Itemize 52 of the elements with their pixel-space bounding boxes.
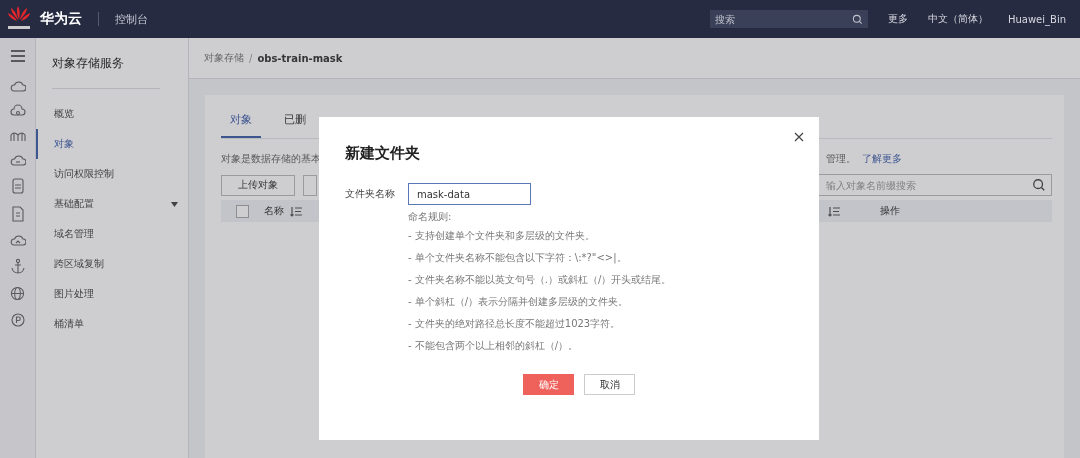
cloud-icon[interactable] [9,154,26,166]
column-header: 操作 [880,204,900,218]
cloud-icon[interactable] [9,104,26,118]
sidebar-item[interactable]: 跨区域复制 [36,249,188,279]
header-link[interactable]: 更多 [887,12,908,26]
search-field[interactable]: 输入对象名前缀搜索 [817,174,1052,196]
database-icon[interactable] [11,178,24,194]
description-text: 管理。 了解更多 [826,152,902,166]
cloud-icon[interactable] [9,80,26,92]
tab[interactable]: 对象 [221,112,261,138]
rule-text: - 文件夹名称不能以英文句号（.）或斜杠（/）开头或结尾。 [408,273,673,287]
sidebar-item[interactable]: 基础配置 [36,189,188,219]
breadcrumb-item[interactable]: 对象存储 [204,51,244,65]
folder-name-field[interactable]: mask-data [408,183,531,205]
sort-icon[interactable] [828,205,840,217]
sidebar-title: 对象存储服务 [51,55,125,72]
field-label: 文件夹名称 [345,187,396,201]
sort-icon[interactable] [290,205,302,217]
cancel-button[interactable]: 取消 [584,374,635,395]
breadcrumb-separator: / [249,52,253,64]
anchor-icon[interactable] [10,258,25,274]
console-link[interactable]: 控制台 [115,11,148,27]
breadcrumb-item: obs-train-mask [257,52,343,64]
dialog-title: 新建文件夹 [345,144,421,163]
rule-text: - 支持创建单个文件夹和多层级的文件夹。 [408,229,596,243]
parking-icon[interactable] [10,313,25,327]
header-link[interactable]: Huawei_Bin [1007,13,1066,25]
rule-text: - 不能包含两个以上相邻的斜杠（/）。 [408,339,580,353]
learn-more-link[interactable]: 了解更多 [862,153,902,164]
cloud-icon[interactable] [9,234,26,246]
sidebar-item[interactable]: 图片处理 [36,279,188,309]
rule-text: - 文件夹的绝对路径总长度不能超过1023字符。 [408,317,622,331]
upload-button[interactable]: 上传对象 [221,174,295,196]
caret-icon [171,201,178,207]
rules-title: 命名规则: [408,210,453,224]
tab[interactable]: 已删 [275,112,315,138]
header-link[interactable]: 中文（简体） [927,12,988,26]
sidebar-item[interactable]: 桶清单 [36,309,188,339]
search-icon[interactable] [1032,178,1046,192]
sidebar-item[interactable]: 域名管理 [36,219,188,249]
close-icon[interactable] [794,132,804,142]
globe-icon[interactable] [10,286,25,301]
bridge-icon[interactable] [9,130,26,142]
rule-text: - 单个文件夹名称不能包含以下字符：\:*?"<>|。 [408,251,628,266]
document-icon[interactable] [11,206,24,222]
column-header[interactable]: 名称 [264,204,284,218]
brand-name[interactable]: 华为云 [40,10,82,28]
menu-icon[interactable] [10,50,25,62]
checkbox[interactable] [236,204,249,218]
rule-text: - 单个斜杠（/）表示分隔并创建多层级的文件夹。 [408,295,630,309]
sidebar-item[interactable]: 概览 [36,99,188,129]
sidebar-item[interactable]: 访问权限控制 [36,159,188,189]
